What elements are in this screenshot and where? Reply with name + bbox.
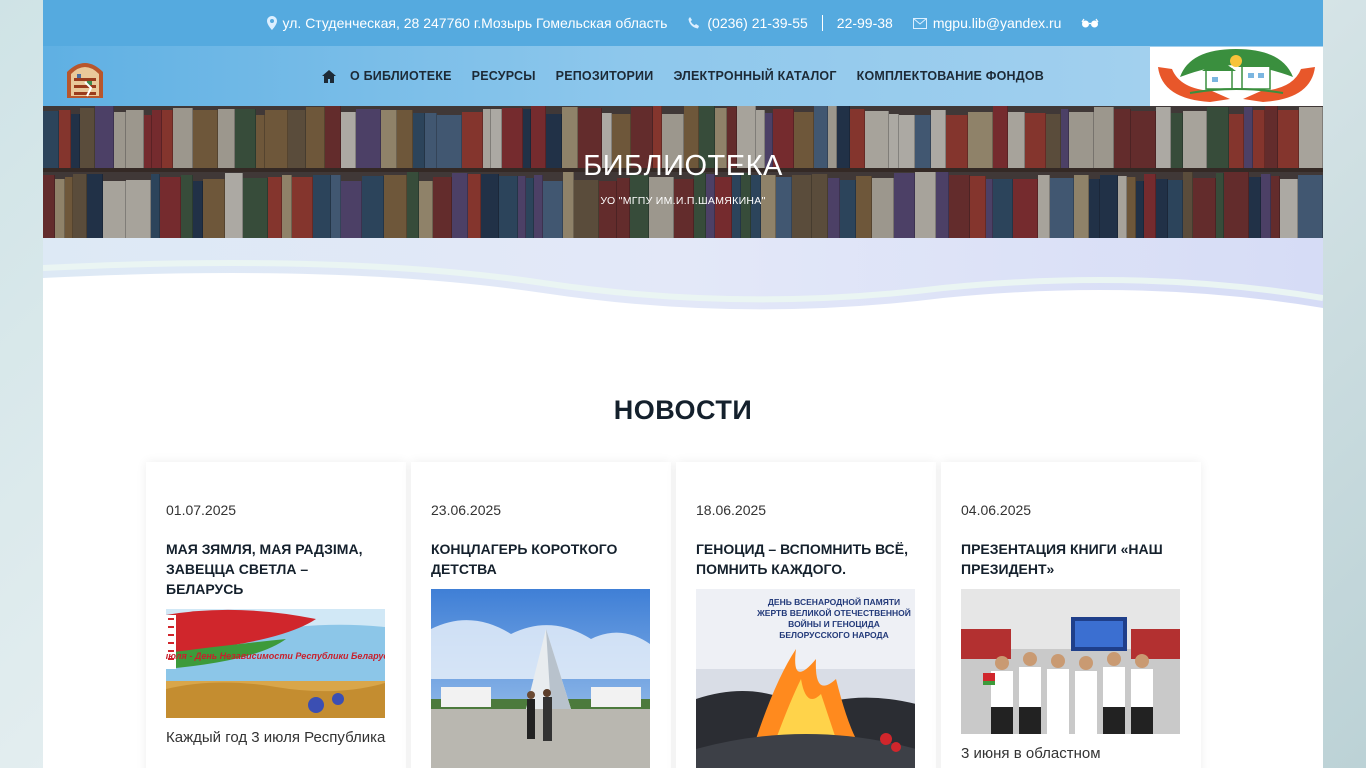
- news-date: 04.06.2025: [961, 502, 1032, 518]
- mail-icon: [912, 17, 927, 29]
- news-date: 23.06.2025: [431, 502, 502, 518]
- nav-item-resources[interactable]: РЕСУРСЫ: [472, 69, 536, 83]
- nav-item-acquisition[interactable]: КОМПЛЕКТОВАНИЕ ФОНДОВ: [857, 69, 1044, 83]
- news-title[interactable]: МАЯ ЗЯМЛЯ, МАЯ РАДЗІМА, ЗАВЕЦЦА СВЕТЛА –…: [166, 539, 386, 599]
- decorative-wave: [43, 238, 1323, 310]
- news-excerpt: Каждый год 3 июля Республика: [166, 729, 386, 746]
- news-image[interactable]: [961, 589, 1180, 734]
- news-card[interactable]: 18.06.2025 ГЕНОЦИД – ВСПОМНИТЬ ВСЁ, ПОМН…: [676, 462, 936, 768]
- news-title[interactable]: ГЕНОЦИД – ВСПОМНИТЬ ВСЁ, ПОМНИТЬ КАЖДОГО…: [696, 539, 916, 579]
- nav-item-about[interactable]: О БИБЛИОТЕКЕ: [350, 69, 452, 83]
- news-date: 18.06.2025: [696, 502, 767, 518]
- main-menu: О БИБЛИОТЕКЕ РЕСУРСЫ РЕПОЗИТОРИИ ЭЛЕКТРО…: [322, 69, 1044, 83]
- hero-subtitle: УО "МГПУ ИМ.И.П.ШАМЯКИНА": [600, 195, 766, 207]
- news-heading: НОВОСТИ: [613, 395, 753, 425]
- news-image-caption: ДЕНЬ ВСЕНАРОДНОЙ ПАМЯТИ ЖЕРТВ ВЕЛИКОЙ ОТ…: [757, 597, 911, 640]
- accessibility-glasses-icon[interactable]: [1081, 18, 1099, 28]
- news-card[interactable]: 01.07.2025 МАЯ ЗЯМЛЯ, МАЯ РАДЗІМА, ЗАВЕЦ…: [146, 462, 406, 768]
- phone-icon: [687, 16, 701, 30]
- news-card[interactable]: 23.06.2025 КОНЦЛАГЕРЬ КОРОТКОГО ДЕТСТВА: [411, 462, 671, 768]
- hero-title: БИБЛИОТЕКА: [583, 150, 783, 182]
- news-image-caption: 3 июля - День Независимости Республики Б…: [166, 651, 385, 661]
- news-image[interactable]: 3 июля - День Независимости Республики Б…: [166, 609, 385, 718]
- top-info-bar: ул. Студенческая, 28 247760 г.Мозырь Гом…: [43, 0, 1323, 46]
- news-title[interactable]: КОНЦЛАГЕРЬ КОРОТКОГО ДЕТСТВА: [431, 539, 651, 579]
- email-link[interactable]: mgpu.lib@yandex.ru: [933, 15, 1062, 31]
- news-excerpt: 3 июня в областном: [961, 745, 1101, 762]
- news-card[interactable]: 04.06.2025 ПРЕЗЕНТАЦИЯ КНИГИ «НАШ ПРЕЗИД…: [941, 462, 1201, 768]
- location-pin-icon: [266, 16, 277, 30]
- email-block: mgpu.lib@yandex.ru: [912, 15, 1062, 31]
- address-text: ул. Студенческая, 28 247760 г.Мозырь Гом…: [282, 15, 668, 31]
- phone-secondary[interactable]: 22-99-38: [837, 15, 893, 31]
- address-block: ул. Студенческая, 28 247760 г.Мозырь Гом…: [266, 15, 668, 31]
- home-icon[interactable]: [322, 69, 336, 83]
- nav-item-repositories[interactable]: РЕПОЗИТОРИИ: [556, 69, 654, 83]
- hero-banner: БИБЛИОТЕКА УО "МГПУ ИМ.И.П.ШАМЯКИНА": [43, 106, 1323, 238]
- news-image[interactable]: ДЕНЬ ВСЕНАРОДНОЙ ПАМЯТИ ЖЕРТВ ВЕЛИКОЙ ОТ…: [696, 589, 915, 768]
- nav-item-catalog[interactable]: ЭЛЕКТРОННЫЙ КАТАЛОГ: [673, 69, 836, 83]
- phone-block: (0236) 21-39-55 22-99-38: [687, 15, 893, 31]
- news-image[interactable]: [431, 589, 650, 768]
- phone-separator: [821, 15, 823, 31]
- partner-logo[interactable]: [1150, 47, 1323, 106]
- news-title[interactable]: ПРЕЗЕНТАЦИЯ КНИГИ «НАШ ПРЕЗИДЕНТ»: [961, 539, 1181, 579]
- phone-primary[interactable]: (0236) 21-39-55: [707, 15, 807, 31]
- news-cards: 01.07.2025 МАЯ ЗЯМЛЯ, МАЯ РАДЗІМА, ЗАВЕЦ…: [146, 462, 1201, 768]
- page: ул. Студенческая, 28 247760 г.Мозырь Гом…: [43, 0, 1323, 768]
- library-logo[interactable]: [63, 52, 107, 100]
- main-navbar: О БИБЛИОТЕКЕ РЕСУРСЫ РЕПОЗИТОРИИ ЭЛЕКТРО…: [43, 46, 1323, 106]
- news-date: 01.07.2025: [166, 502, 237, 518]
